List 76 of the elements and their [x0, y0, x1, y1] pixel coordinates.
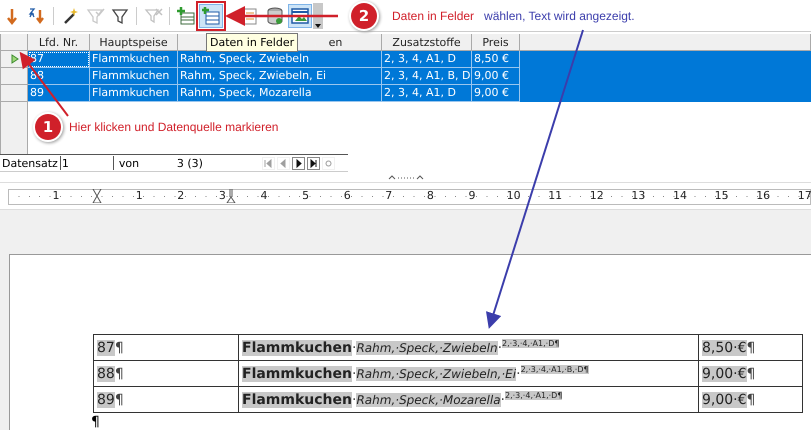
nav-button[interactable]: [292, 156, 305, 170]
filter-icon: [85, 6, 105, 26]
table-cell: 9,00 €: [472, 68, 520, 85]
table-cell: 8,50 €: [472, 51, 520, 68]
cell-text: 9,00·€¶: [702, 392, 756, 408]
table-cell: 2, 3, 4, A1, D: [382, 51, 472, 68]
ruler-number: 17: [798, 189, 811, 203]
ruler-number: 1: [136, 189, 143, 203]
table-cell: 89: [28, 85, 90, 102]
last-record-icon: [308, 158, 319, 168]
cell-text: 8,50·€¶: [702, 340, 756, 356]
callout-text: Hier klicken und Datenquelle markieren: [69, 120, 278, 134]
paragraph-mark: ¶: [91, 414, 101, 430]
table-cell: Flammkuchen: [90, 85, 178, 102]
cell-text: 9,00·€¶: [702, 366, 756, 382]
callout-text: wählen, Text wird angezeigt.: [484, 8, 635, 22]
splitter-handle-icon[interactable]: [388, 174, 424, 180]
table-cell: 2, 3, 4, A1, D: [382, 85, 472, 102]
step-number: 2: [351, 2, 377, 28]
column-header[interactable]: Preis: [472, 34, 520, 51]
of-label: von: [118, 156, 140, 170]
new-record-icon: [322, 158, 334, 168]
table-cell: Flammkuchen: [90, 68, 178, 85]
record-count: 3 (3): [176, 156, 204, 170]
ruler-number: 9: [468, 189, 476, 203]
cell-text: 88¶: [97, 366, 124, 382]
table-cell: Flammkuchen: [90, 51, 178, 68]
ruler-number: 4: [260, 189, 268, 203]
nav-button[interactable]: [306, 156, 320, 170]
first-record-icon: [262, 158, 274, 168]
cell-text: 89¶: [97, 392, 124, 408]
callout-arrow: [20, 52, 69, 117]
record-label: Datensatz: [1, 156, 59, 170]
sort-descending-icon: [27, 6, 47, 26]
step-number: 1: [35, 114, 61, 140]
record-field[interactable]: 1: [60, 156, 114, 170]
filter-remove-icon: [143, 6, 163, 26]
table-cell: 9,00 €: [472, 85, 520, 102]
indent-marker-icon[interactable]: [92, 189, 102, 203]
ruler-number: 3: [218, 189, 226, 203]
tab-marker-icon[interactable]: [226, 189, 236, 203]
ruler-number: 14: [673, 189, 687, 203]
column-header[interactable]: Zusatzstoffe: [382, 34, 472, 51]
highlight-frame: [196, 1, 226, 31]
ruler-number: 15: [714, 189, 729, 203]
table-cell: Rahm, Speck, Mozarella: [178, 85, 382, 102]
table-add-icon: [176, 6, 196, 26]
ruler-number: 2: [177, 189, 184, 203]
cell-text: 87¶: [97, 340, 124, 356]
column-header[interactable]: Lfd. Nr.: [28, 34, 90, 51]
tooltip: Daten in Felder: [206, 33, 298, 52]
ruler-number: 13: [631, 189, 646, 203]
row-header-column: [0, 102, 28, 154]
column-header[interactable]: Hauptspeise: [90, 34, 178, 51]
ruler-number: 12: [590, 189, 604, 203]
callout-text: Daten in Felder: [392, 8, 474, 22]
cell-text: Flammkuchen·Rahm,·Speck,·Mozarella·$^{2,·3,·4,·A1,·D¶}$: [242, 391, 562, 408]
ruler-number: 10: [506, 189, 521, 203]
dropdown-icon: [315, 24, 321, 28]
toolbar-button[interactable]: [288, 4, 312, 28]
toolbar-button[interactable]: [199, 4, 223, 28]
ruler-number: 5: [302, 189, 310, 203]
current-row-icon: [11, 54, 19, 64]
ruler-number: 7: [385, 189, 392, 203]
table-cell: 2, 3, 4, A1, B, D: [382, 68, 472, 85]
table-cell: Rahm, Speck, Zwiebeln, Ei: [178, 68, 382, 85]
ruler-number: 11: [548, 189, 562, 203]
toolbar-dropdown[interactable]: [313, 2, 323, 28]
ruler-number: 8: [426, 189, 434, 203]
table-insert-icon: [201, 6, 221, 26]
cell-text: Flammkuchen·Rahm,·Speck,·Zwiebeln,·Ei·$^{2,·3,·4,·A1,·B,·D¶}$: [242, 365, 589, 382]
ruler-number: 1: [52, 189, 60, 203]
cell-text: Flammkuchen·Rahm,·Speck,·Zwiebeln·$^{2,·3,·4,·A1,·D¶}$: [242, 339, 560, 356]
table-cell: Rahm, Speck, Zwiebeln: [178, 51, 382, 68]
ruler-number: 6: [344, 189, 351, 203]
ruler-number: 16: [756, 189, 770, 203]
